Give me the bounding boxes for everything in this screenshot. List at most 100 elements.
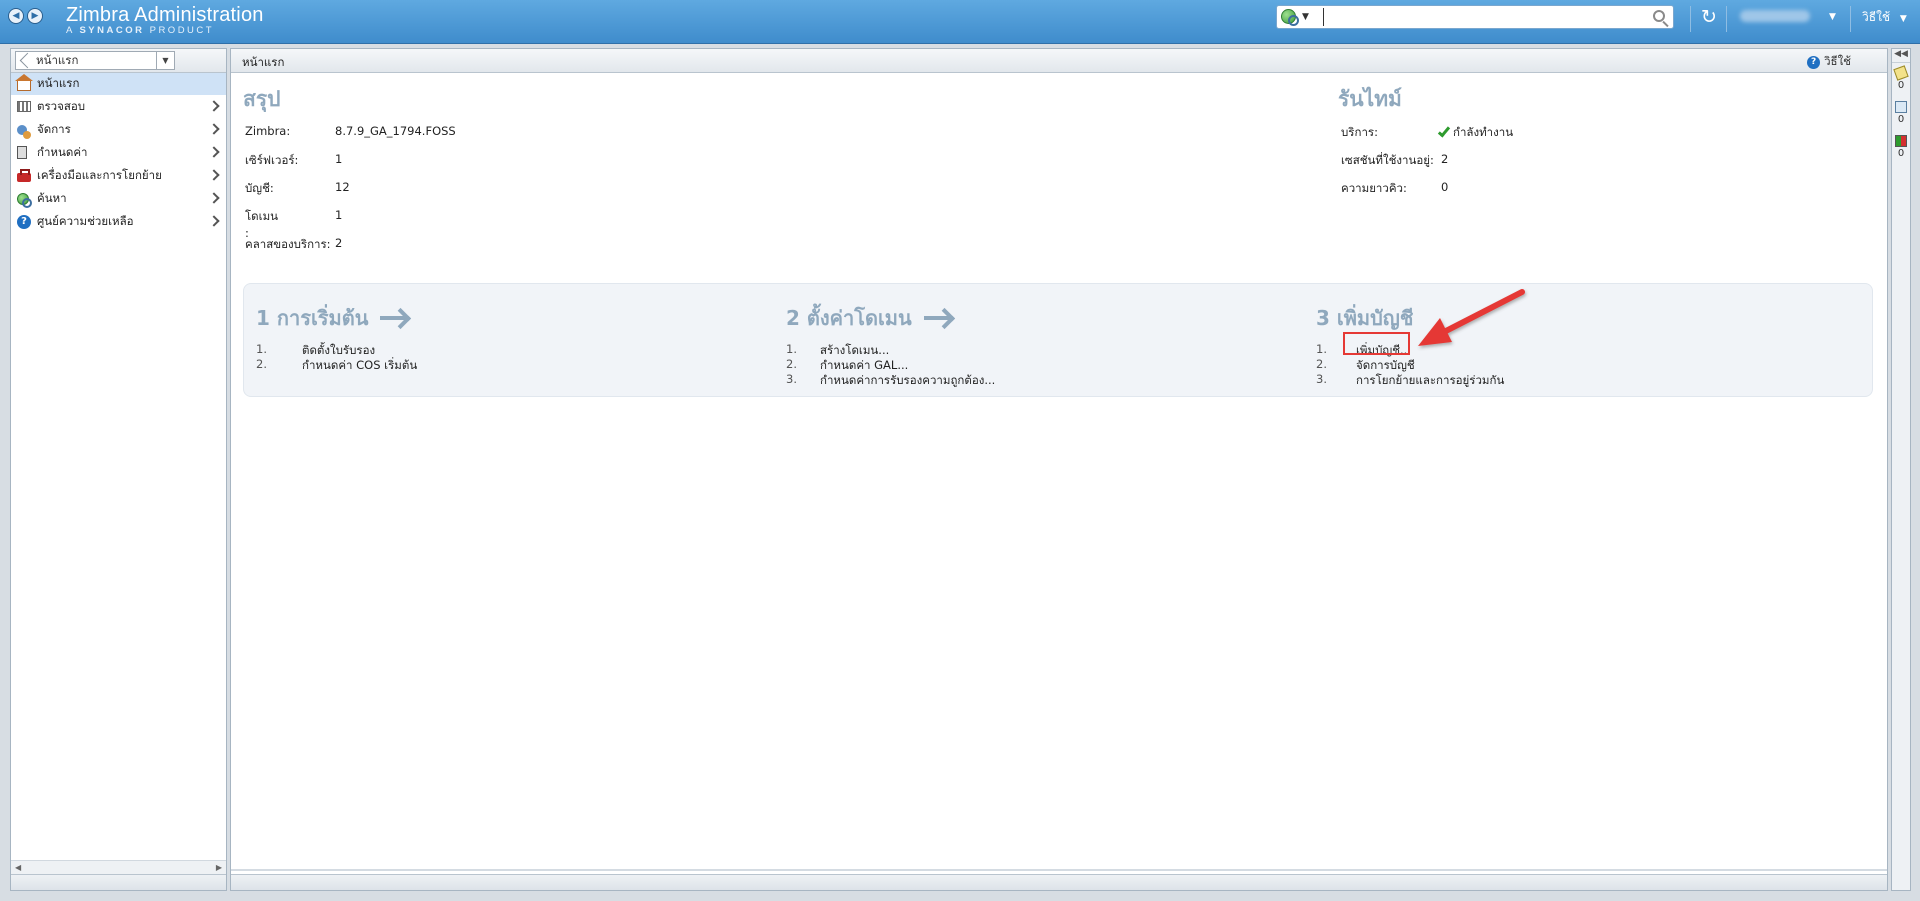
page-breadcrumb: หน้าแรก — [242, 55, 285, 69]
help-icon: ? — [17, 214, 31, 229]
step-link[interactable]: กำหนดค่า COS เริ่มต้น — [302, 357, 417, 372]
alert-status-icon — [1895, 135, 1907, 147]
getting-started-step: 1 การเริ่มต้น 1. ติดตั้งใบรับรอง 2. กำหนดค… — [256, 302, 417, 372]
runtime-label: ความยาวคิว: — [1341, 181, 1407, 195]
step-link[interactable]: กำหนดค่าการรับรองความถูกต้อง... — [820, 372, 995, 387]
sidebar-item-tools-migration[interactable]: เครื่องมือและการโยกย้าย — [11, 164, 226, 187]
sidebar-item-label: หน้าแรก — [37, 76, 80, 90]
help-icon: ? — [1807, 55, 1821, 69]
user-menu-chevron-icon[interactable]: ▼ — [1829, 12, 1836, 22]
sidebar-item-label: จัดการ — [37, 121, 71, 136]
list-item: 1. สร้างโดเมน... — [786, 342, 890, 357]
chevron-right-icon[interactable] — [208, 100, 220, 112]
sidebar-item-monitor[interactable]: ตรวจสอบ — [11, 95, 226, 118]
summary-label: เซิร์ฟเวอร์: — [245, 153, 299, 167]
configure-icon — [17, 146, 27, 159]
summary-value: 2 — [335, 236, 343, 250]
back-arrow-icon[interactable]: ◀ — [8, 8, 24, 24]
help-menu-label: วิธีใช้ — [1862, 10, 1891, 24]
step-link[interactable]: สร้างโดเมน... — [820, 342, 889, 357]
step-link[interactable]: การโยกย้ายและการอยู่ร่วมกัน — [1356, 372, 1504, 387]
runtime-value: กำลังทำงาน — [1437, 124, 1514, 142]
getting-started-panel: 1 การเริ่มต้น 1. ติดตั้งใบรับรอง 2. กำหนดค… — [243, 283, 1873, 397]
search-globe-icon — [1281, 9, 1299, 26]
edit-note-icon — [1893, 65, 1909, 81]
chevron-right-icon[interactable] — [208, 123, 220, 135]
breadcrumb-select[interactable]: หน้าแรก ▼ — [15, 51, 175, 70]
step-title: 2 ตั้งค่าโดเมน — [786, 302, 995, 334]
step-link[interactable]: กำหนดค่า GAL... — [820, 357, 908, 372]
arrow-right-icon — [923, 308, 954, 328]
navigation-panel: หน้าแรก ▼ หน้าแรก ตรวจสอบ จัดการ กำหนดค่… — [10, 48, 227, 891]
sidebar-item-search[interactable]: ค้นหา — [11, 187, 226, 210]
nav-tree: หน้าแรก ตรวจสอบ จัดการ กำหนดค่า เครื่องม… — [11, 73, 226, 233]
scroll-left-icon[interactable]: ◀ — [15, 863, 21, 872]
list-item: 2. จัดการบัญชี — [1316, 357, 1415, 372]
chevron-right-icon[interactable] — [208, 169, 220, 181]
navigation-panel-footer — [11, 874, 226, 890]
runtime-title: รันไทม์ — [1338, 87, 1402, 111]
sidebar-item-configure[interactable]: กำหนดค่า — [11, 141, 226, 164]
sidebar-item-label: ค้นหา — [37, 190, 67, 205]
search-icon[interactable] — [1653, 10, 1665, 22]
annotation-highlight-box — [1343, 332, 1410, 355]
refresh-icon[interactable]: ↻ — [1701, 6, 1717, 28]
sidebar-item-home[interactable]: หน้าแรก — [11, 73, 226, 95]
alerts-counter[interactable]: 0 — [1892, 135, 1910, 159]
breadcrumb: หน้าแรก — [36, 53, 79, 67]
summary-title: สรุป — [243, 87, 281, 111]
runtime-label: บริการ: — [1341, 125, 1378, 139]
search-input[interactable] — [1323, 8, 1639, 26]
chevron-down-icon[interactable]: ▼ — [156, 52, 174, 69]
getting-started-step: 2 ตั้งค่าโดเมน 1. สร้างโดเมน... 2. กำหนดค่… — [786, 302, 995, 387]
chevron-down-icon: ▼ — [1302, 11, 1309, 22]
search-box: ▼ — [1276, 5, 1674, 29]
chevron-down-icon: ▼ — [1899, 14, 1907, 24]
chevron-right-icon[interactable] — [208, 146, 220, 158]
sidebar-item-help-center[interactable]: ? ศูนย์ความช่วยเหลือ — [11, 210, 226, 233]
toolbox-icon — [17, 169, 31, 182]
step-link[interactable]: ติดตั้งใบรับรอง — [302, 342, 375, 357]
step-title: 1 การเริ่มต้น — [256, 302, 417, 334]
summary-value: 1 — [335, 208, 343, 222]
sidebar-item-label: เครื่องมือและการโยกย้าย — [37, 167, 162, 182]
task-icon — [1895, 101, 1907, 113]
divider — [231, 869, 1887, 871]
user-account-blurred[interactable] — [1740, 10, 1810, 22]
runtime-label: เซสชันที่ใช้งานอยู่: — [1341, 153, 1434, 167]
list-item: 2. กำหนดค่า COS เริ่มต้น — [256, 357, 418, 372]
list-item: 2. กำหนดค่า GAL... — [786, 357, 909, 372]
step-link[interactable]: จัดการบัญชี — [1356, 357, 1415, 372]
summary-value: 8.7.9_GA_1794.FOSS — [335, 124, 456, 138]
sidebar-item-label: ตรวจสอบ — [37, 98, 86, 113]
summary-value: 1 — [335, 152, 343, 166]
search-globe-icon — [17, 192, 32, 208]
sidebar-item-label: กำหนดค่า — [37, 144, 88, 159]
chevron-right-icon[interactable] — [208, 215, 220, 227]
summary-label: Zimbra: — [245, 124, 291, 138]
step-list: 1. สร้างโดเมน... 2. กำหนดค่า GAL... 3. กำหน… — [786, 342, 995, 387]
summary-label: บัญชี: — [245, 181, 274, 195]
help-button[interactable]: ? วิธีใช้ — [1807, 53, 1851, 71]
content-header: หน้าแรก ? วิธีใช้ — [231, 49, 1887, 73]
horizontal-scrollbar[interactable]: ◀ ▶ — [11, 860, 226, 874]
list-item: 3. กำหนดค่าการรับรองความถูกต้อง... — [786, 372, 996, 387]
chevron-right-icon[interactable] — [208, 192, 220, 204]
manage-icon — [17, 124, 31, 139]
scroll-right-icon[interactable]: ▶ — [216, 863, 222, 872]
app-subtitle: A SYNACOR PRODUCT — [66, 25, 215, 36]
collapse-icon[interactable]: ◀◀ — [1892, 49, 1910, 63]
service-status: กำลังทำงาน — [1453, 125, 1514, 139]
notes-counter[interactable]: 0 — [1892, 65, 1910, 91]
sidebar-item-label: ศูนย์ความช่วยเหลือ — [37, 213, 134, 228]
summary-value: 12 — [335, 180, 350, 194]
search-scope-dropdown[interactable]: ▼ — [1281, 9, 1309, 26]
forward-arrow-icon[interactable]: ▶ — [27, 8, 43, 24]
tasks-counter[interactable]: 0 — [1892, 101, 1910, 125]
right-sidebar: ◀◀ 0 0 0 — [1891, 48, 1911, 891]
help-menu[interactable]: วิธีใช้ ▼ — [1862, 8, 1907, 27]
app-title: Zimbra Administration — [66, 4, 264, 26]
sidebar-item-manage[interactable]: จัดการ — [11, 118, 226, 141]
divider — [1726, 6, 1727, 32]
runtime-value: 2 — [1441, 152, 1449, 166]
